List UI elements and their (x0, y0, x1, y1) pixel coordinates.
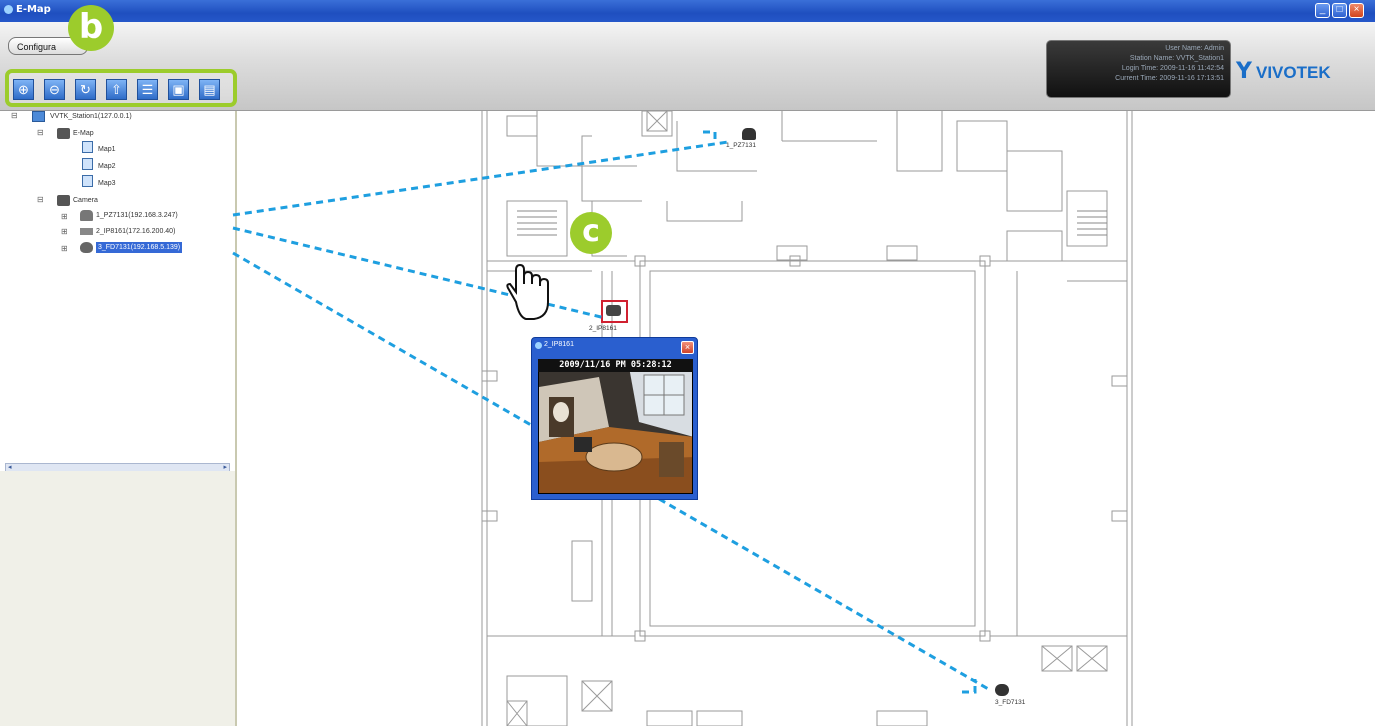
minimize-button[interactable]: _ (1315, 3, 1330, 18)
floor-plan (481, 111, 1133, 726)
expand-cam2-icon[interactable]: ⊞ (61, 227, 68, 236)
zoom-out-icon[interactable]: ⊖ (44, 79, 65, 100)
map-camera-1-icon[interactable] (742, 128, 756, 140)
live-video-view[interactable] (538, 366, 693, 494)
emap-canvas[interactable]: 1_PZ7131 2_IP8161 3_FD7131 (237, 111, 1375, 726)
map-camera-2-label: 2_IP8161 (589, 325, 617, 332)
tree-camera-group[interactable]: Camera (73, 195, 98, 206)
tree-map2[interactable]: Map2 (98, 161, 116, 172)
logo-text: VIVOTEK (1256, 63, 1331, 82)
callout-badge-c: c (570, 212, 612, 254)
layout-icon[interactable]: ☰ (137, 79, 158, 100)
box-camera-icon (80, 228, 93, 235)
map-camera-2-icon[interactable] (606, 305, 621, 316)
vivotek-logo: Y VIVOTEK (1236, 59, 1331, 84)
station-info-panel: User Name: Admin Station Name: VVTK_Stat… (1046, 40, 1231, 98)
tree-map3[interactable]: Map3 (98, 178, 116, 189)
tree-map1[interactable]: Map1 (98, 144, 116, 155)
toolbar: Configura ⊕ ⊖ ↻ ⇧ ☰ ▣ ▤ User Name: Admin… (0, 22, 1375, 111)
map-camera-3-label: 3_FD7131 (995, 699, 1026, 706)
folder-icon (57, 128, 70, 139)
popup-app-icon (535, 342, 542, 349)
map-camera-3-icon[interactable] (995, 684, 1009, 696)
popup-close-button[interactable]: × (681, 341, 694, 354)
station-name-text: Station Name: VVTK_Station1 (1129, 55, 1224, 62)
window-title: E-Map (16, 4, 51, 15)
tree-station[interactable]: VVTK_Station1(127.0.0.1) (50, 111, 132, 122)
popup-title: 2_IP8161 (544, 341, 574, 348)
ptz-camera-icon (80, 210, 93, 221)
app-icon (4, 5, 13, 14)
tree-camera-1[interactable]: 1_PZ7131(192.168.3.247) (96, 210, 178, 221)
device-tree-panel: ⊟ VVTK_Station1(127.0.0.1) ⊟ E-Map Map1 … (0, 111, 237, 726)
expand-cam1-icon[interactable]: ⊞ (61, 212, 68, 221)
dome-camera-icon (80, 242, 93, 253)
expand-cam3-icon[interactable]: ⊞ (61, 244, 68, 253)
tree-camera-2[interactable]: 2_IP8161(172.16.200.40) (96, 226, 175, 237)
map-tools-group: ⊕ ⊖ ↻ ⇧ ☰ ▣ ▤ (5, 69, 237, 107)
refresh-icon[interactable]: ↻ (75, 79, 96, 100)
fullscreen-icon[interactable]: ▣ (168, 79, 189, 100)
current-time-text: Current Time: 2009-11-16 17:13:51 (1115, 75, 1224, 82)
map-icon (82, 158, 93, 170)
camera-preview-popup[interactable]: 2_IP8161 × 2009/11/16 PM 05:28:12 (531, 337, 698, 500)
tree-empty-area (0, 471, 235, 726)
user-name-text: User Name: Admin (1165, 45, 1224, 52)
login-time-text: Login Time: 2009-11-16 11:42:54 (1121, 65, 1224, 72)
window-titlebar: E-Map _ □ × (0, 0, 1375, 22)
tree-emap[interactable]: E-Map (73, 128, 94, 139)
tree-camera-3[interactable]: 3_FD7131(192.168.5.139) (96, 242, 183, 253)
folder-icon (57, 195, 70, 206)
export-icon[interactable]: ⇧ (106, 79, 127, 100)
map-icon (82, 175, 93, 187)
map-icon (82, 141, 93, 153)
expand-station-icon[interactable]: ⊟ (11, 111, 18, 120)
maximize-button[interactable]: □ (1332, 3, 1347, 18)
zoom-in-icon[interactable]: ⊕ (13, 79, 34, 100)
save-icon[interactable]: ▤ (199, 79, 220, 100)
expand-emap-icon[interactable]: ⊟ (37, 128, 44, 137)
close-button[interactable]: × (1349, 3, 1364, 18)
video-frame (539, 367, 692, 493)
video-timestamp: 2009/11/16 PM 05:28:12 (538, 359, 693, 372)
map-camera-1-label: 1_PZ7131 (726, 142, 756, 149)
callout-badge-b: b (68, 5, 114, 51)
expand-camera-icon[interactable]: ⊟ (37, 195, 44, 204)
hand-cursor-icon (506, 263, 549, 320)
station-icon (32, 111, 45, 122)
